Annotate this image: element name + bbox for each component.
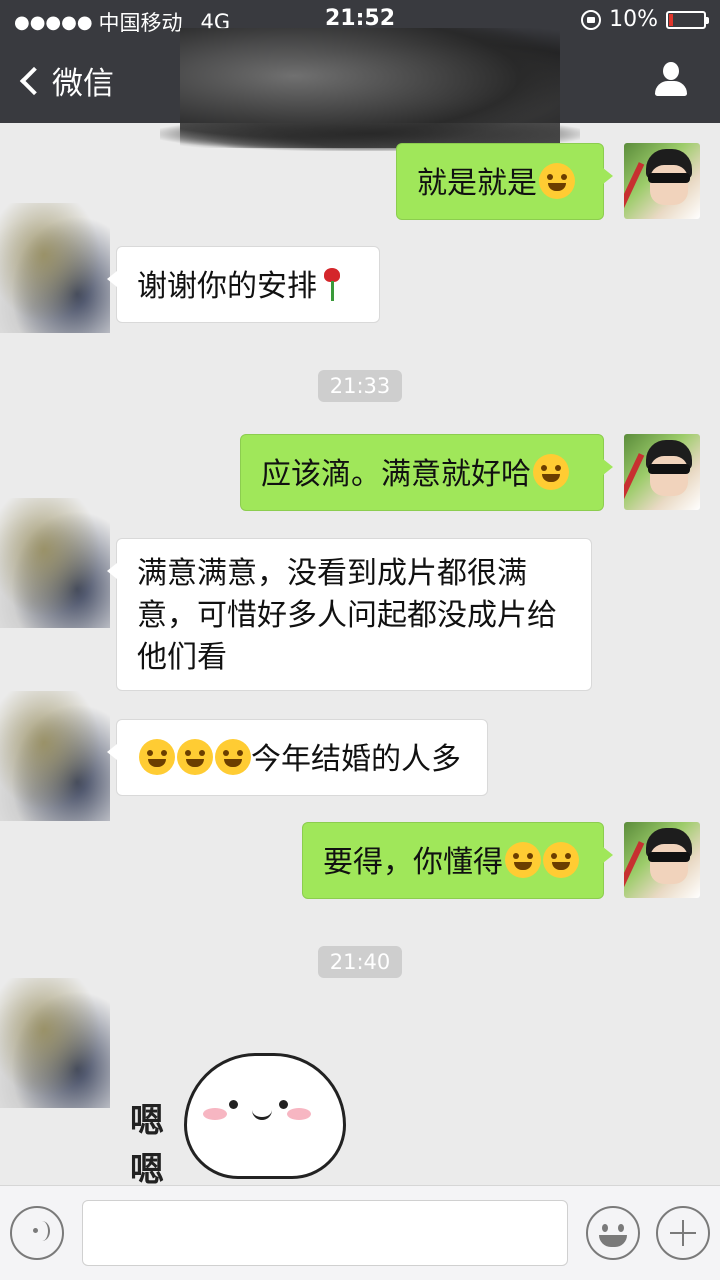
- smirk-emoji-icon: [543, 842, 579, 878]
- my-avatar[interactable]: [624, 434, 700, 510]
- nav-bar: 微信: [0, 28, 720, 148]
- tears-of-joy-emoji-icon: [539, 163, 575, 199]
- grin-emoji-icon: [533, 454, 569, 490]
- message-bubble-incoming[interactable]: 满意满意，没看到成片都很满意，可惜好多人问起都没成片给他们看: [107, 538, 592, 691]
- smile-icon-mouth: [599, 1235, 627, 1247]
- sticker-caption: 嗯 嗯: [130, 1101, 164, 1185]
- time-divider: 21:40: [0, 946, 720, 978]
- message-text: 今年结婚的人多: [251, 742, 461, 777]
- time-label: 21:40: [317, 946, 403, 978]
- rotation-lock-icon: [581, 9, 602, 30]
- message-bubble-outgoing[interactable]: 要得，你懂得: [302, 822, 613, 899]
- chat-info-button[interactable]: [652, 60, 692, 100]
- input-bar: [0, 1185, 720, 1280]
- wink-emoji-icon: [505, 842, 541, 878]
- person-icon: [663, 62, 679, 80]
- smile-icon: [602, 1224, 608, 1232]
- voice-button[interactable]: [10, 1206, 64, 1260]
- contact-avatar-redacted[interactable]: [0, 498, 110, 628]
- chat-area[interactable]: 就是就是 谢谢你的安排 21:33 应该滴。满意就好哈 满意满意，没看到成片都很…: [0, 123, 720, 1185]
- message-text: 要得，你懂得: [323, 845, 503, 880]
- sticker-message[interactable]: 嗯 嗯: [130, 1053, 350, 1185]
- time-divider: 21:33: [0, 370, 720, 402]
- message-text: 谢谢你的安排: [137, 269, 317, 304]
- time-label: 21:33: [317, 370, 403, 402]
- thinking-emoji-icon: [215, 739, 251, 775]
- message-text: 应该滴。满意就好哈: [261, 457, 531, 492]
- more-options-button[interactable]: [656, 1206, 710, 1260]
- person-icon-body: [655, 81, 687, 96]
- status-right: 10%: [581, 7, 709, 32]
- contact-avatar-redacted[interactable]: [0, 203, 110, 333]
- message-text: 满意满意，没看到成片都很满意，可惜好多人问起都没成片给他们看: [137, 556, 557, 675]
- back-button[interactable]: 微信: [18, 58, 114, 103]
- emoji-button[interactable]: [586, 1206, 640, 1260]
- message-text: 就是就是: [417, 166, 537, 201]
- back-label: 微信: [52, 66, 114, 102]
- message-bubble-outgoing[interactable]: 应该滴。满意就好哈: [240, 434, 613, 511]
- battery-percent: 10%: [609, 7, 658, 32]
- thinking-emoji-icon: [177, 739, 213, 775]
- chevron-left-icon: [19, 66, 49, 95]
- message-bubble-incoming[interactable]: 今年结婚的人多: [107, 719, 488, 796]
- my-avatar[interactable]: [624, 822, 700, 898]
- message-bubble-incoming[interactable]: 谢谢你的安排: [107, 246, 380, 323]
- my-avatar[interactable]: [624, 143, 700, 219]
- contact-avatar-redacted[interactable]: [0, 691, 110, 821]
- battery-icon: [666, 10, 709, 29]
- message-input[interactable]: [82, 1200, 568, 1266]
- message-bubble-outgoing[interactable]: 就是就是: [396, 143, 613, 220]
- contact-avatar-redacted[interactable]: [0, 978, 110, 1108]
- rose-emoji-icon: [321, 266, 343, 302]
- thinking-emoji-icon: [139, 739, 175, 775]
